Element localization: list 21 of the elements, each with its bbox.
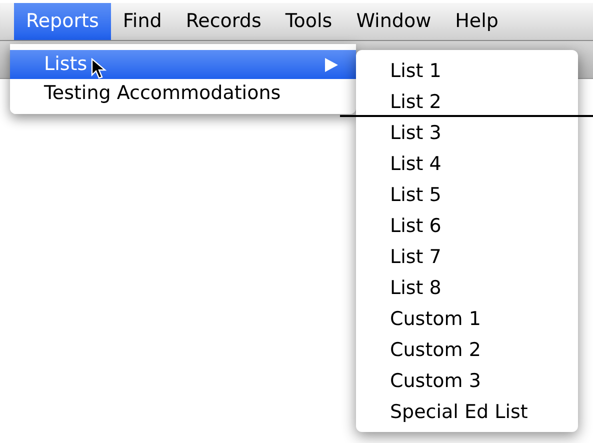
submenu-item[interactable]: List 1 xyxy=(356,56,578,87)
menu-title[interactable]: Window xyxy=(344,3,444,40)
submenu-item[interactable]: Custom 2 xyxy=(356,335,578,366)
submenu-item[interactable]: List 8 xyxy=(356,273,578,304)
menu-title[interactable]: Help xyxy=(443,3,510,40)
menu-item[interactable]: Testing Accommodations xyxy=(10,79,356,108)
submenu-item[interactable]: List 6 xyxy=(356,211,578,242)
submenu-item[interactable]: List 3 xyxy=(356,118,578,149)
submenu-item[interactable]: List 2 xyxy=(356,87,578,118)
menu-title[interactable]: Reports xyxy=(14,3,111,40)
submenu-item[interactable]: List 7 xyxy=(356,242,578,273)
submenu-item[interactable]: List 5 xyxy=(356,180,578,211)
menu-item[interactable]: Lists xyxy=(10,50,356,79)
submenu-item[interactable]: Custom 1 xyxy=(356,304,578,335)
menu-title[interactable]: Find xyxy=(110,3,174,40)
submenu-item[interactable]: Special Ed List xyxy=(356,397,578,428)
menu-title[interactable]: Records xyxy=(174,3,274,40)
cursor-icon xyxy=(91,58,107,80)
submenu-item[interactable]: List 4 xyxy=(356,149,578,180)
menu-title[interactable]: Tools xyxy=(273,3,344,40)
submenu-item[interactable]: Custom 3 xyxy=(356,366,578,397)
